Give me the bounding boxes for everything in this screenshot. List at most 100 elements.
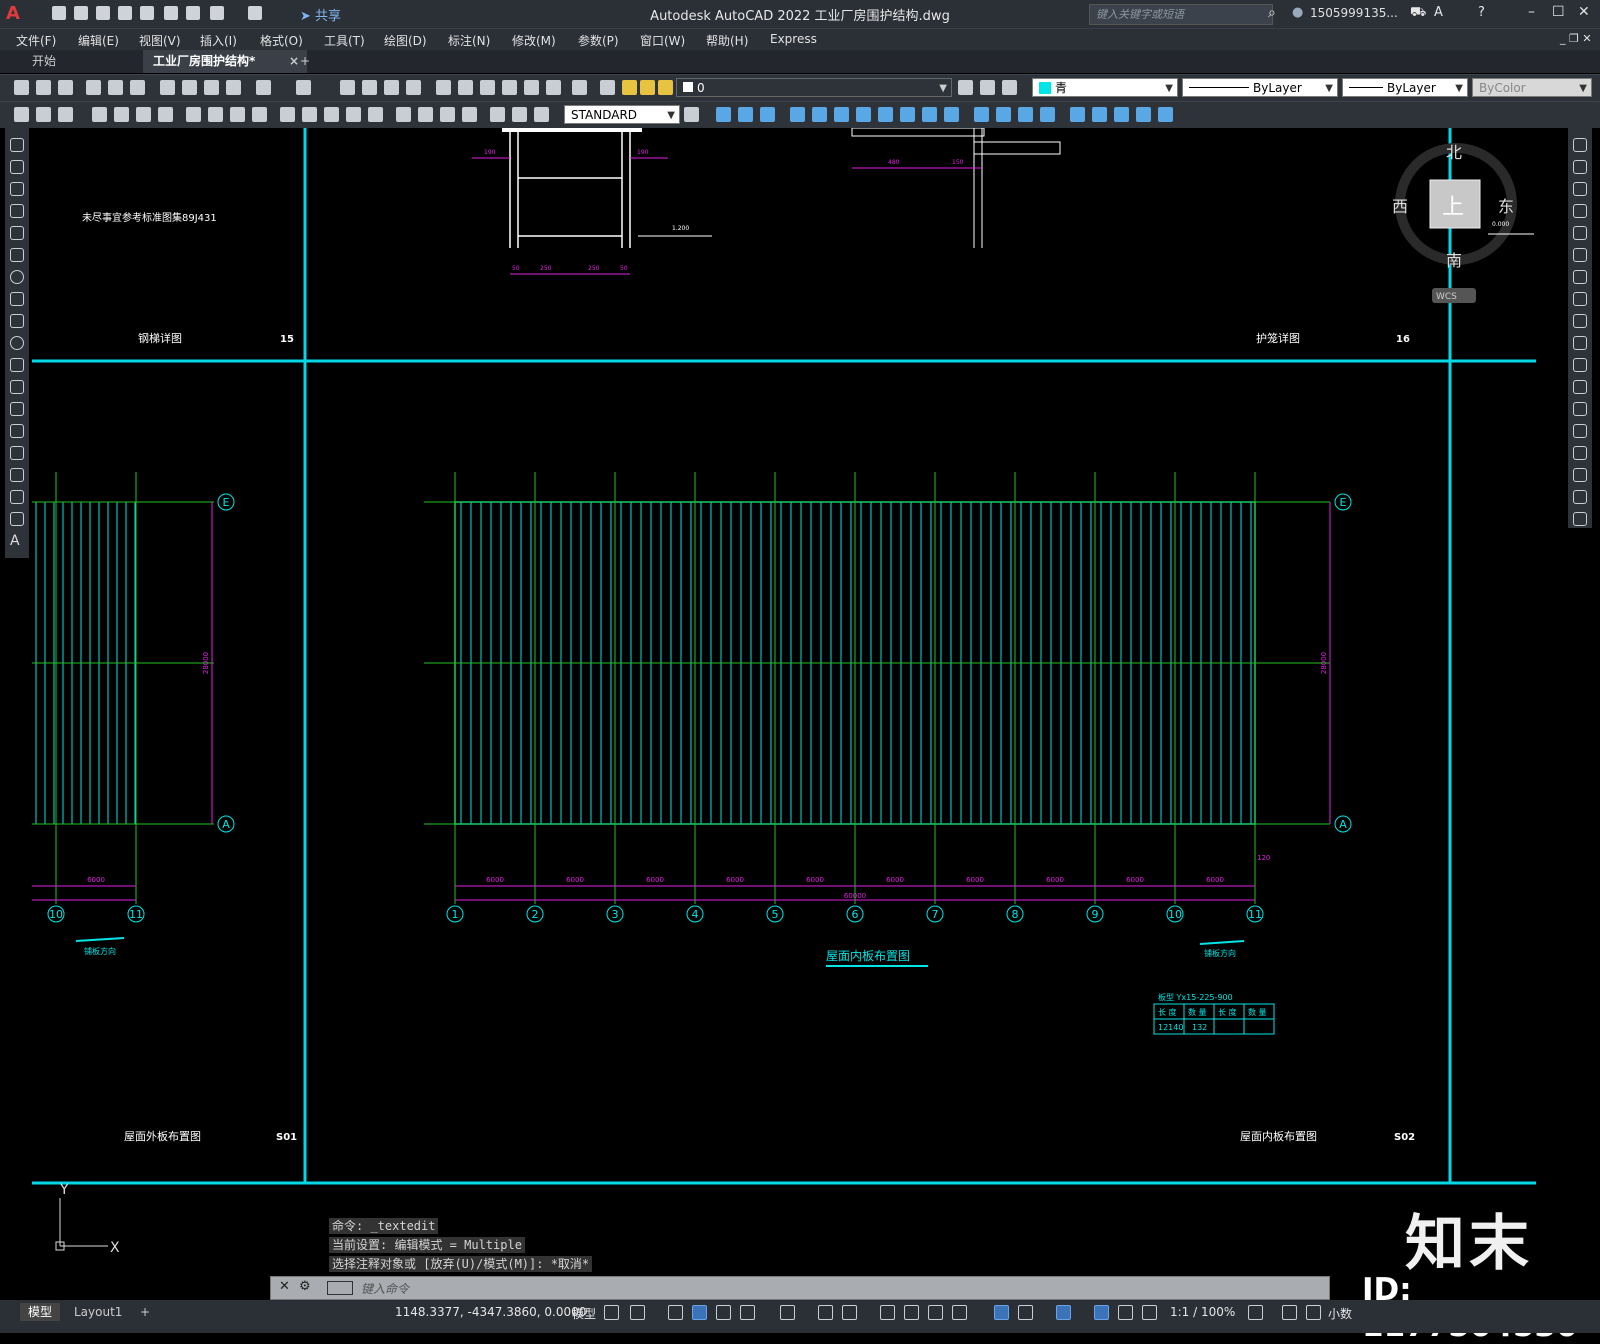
linetype-dropdown[interactable]: ByLayer ▼: [1182, 78, 1338, 97]
offset-icon[interactable]: [1573, 204, 1587, 218]
array-icon[interactable]: [1573, 226, 1587, 240]
zoom-realtime-icon[interactable]: [362, 80, 377, 95]
rectangle-icon[interactable]: [10, 226, 24, 240]
wcs-label[interactable]: WCS: [1436, 292, 1457, 302]
circle-icon[interactable]: [10, 270, 24, 284]
copy-object-icon[interactable]: [1573, 160, 1587, 174]
polyline-icon[interactable]: [10, 182, 24, 196]
arc-length-icon[interactable]: [136, 107, 151, 122]
dynamic-ucs-icon[interactable]: [994, 1305, 1009, 1320]
grid-icon[interactable]: [604, 1305, 619, 1320]
user-icon[interactable]: ●: [1292, 5, 1303, 20]
ucs-world-icon[interactable]: [812, 107, 827, 122]
copy-icon[interactable]: [182, 80, 197, 95]
realistic-icon[interactable]: [1040, 107, 1055, 122]
a360-icon[interactable]: A: [1434, 5, 1443, 20]
selection-cycling-icon[interactable]: [928, 1305, 943, 1320]
ucs-object-icon[interactable]: [878, 107, 893, 122]
radius-icon[interactable]: [186, 107, 201, 122]
menu-view[interactable]: 视图(V): [139, 32, 181, 49]
ordinate-icon[interactable]: [158, 107, 173, 122]
erase-icon[interactable]: [1573, 138, 1587, 152]
tool-palettes-icon[interactable]: [480, 80, 495, 95]
make-block-icon[interactable]: [10, 402, 24, 416]
break-icon[interactable]: [1573, 402, 1587, 416]
search-input[interactable]: 键入关键字或短语: [1089, 4, 1273, 25]
dim-break-icon[interactable]: [368, 107, 383, 122]
move-icon[interactable]: [1573, 248, 1587, 262]
free-orbit-icon[interactable]: [1092, 107, 1107, 122]
view-left-icon[interactable]: [760, 107, 775, 122]
pan-icon[interactable]: [340, 80, 355, 95]
diameter-icon[interactable]: [230, 107, 245, 122]
construction-line-icon[interactable]: [10, 160, 24, 174]
snap-icon[interactable]: [630, 1305, 645, 1320]
ucs-previous-icon[interactable]: [834, 107, 849, 122]
point-icon[interactable]: [10, 424, 24, 438]
design-center-icon[interactable]: [458, 80, 473, 95]
revcloud-icon[interactable]: [10, 292, 24, 306]
isodraft-icon[interactable]: [780, 1305, 795, 1320]
menu-help[interactable]: 帮助(H): [706, 32, 748, 49]
add-layout-button[interactable]: +: [132, 1303, 158, 1321]
compass-west[interactable]: 西: [1392, 197, 1408, 216]
tolerance-icon[interactable]: [396, 107, 411, 122]
paste-icon[interactable]: [204, 80, 219, 95]
fly-icon[interactable]: [1158, 107, 1173, 122]
aligned-dim-icon[interactable]: [114, 107, 129, 122]
view-top-icon[interactable]: [716, 107, 731, 122]
new-tab-button[interactable]: +: [290, 50, 320, 73]
annotation-scale-value[interactable]: 1:1 / 100%: [1170, 1305, 1235, 1319]
layer-dropdown[interactable]: 0 ▼: [676, 78, 952, 97]
ellipse-icon[interactable]: [10, 336, 24, 350]
dimstyle-dropdown[interactable]: STANDARD ▼: [564, 105, 680, 124]
layer-lock-icon[interactable]: [658, 80, 673, 95]
search-icon[interactable]: ⌕: [1268, 5, 1276, 21]
save-toolbar-icon[interactable]: [58, 80, 73, 95]
close-icon[interactable]: ✕: [1578, 4, 1590, 20]
menu-insert[interactable]: 插入(I): [200, 32, 237, 49]
close-icon[interactable]: ✕: [279, 1279, 290, 1294]
calculator-icon[interactable]: [546, 80, 561, 95]
menu-parametric[interactable]: 参数(P): [578, 32, 619, 49]
polygon-icon[interactable]: [10, 204, 24, 218]
zoom-previous-icon[interactable]: [406, 80, 421, 95]
hidden-icon[interactable]: [1018, 107, 1033, 122]
units-icon[interactable]: [1306, 1305, 1321, 1320]
angular-icon[interactable]: [252, 107, 267, 122]
doc-window-controls[interactable]: _ ❐ ✕: [1560, 32, 1592, 45]
layer-states-icon[interactable]: [1002, 80, 1017, 95]
menu-draw[interactable]: 绘图(D): [384, 32, 427, 49]
matchprop-icon[interactable]: [226, 80, 241, 95]
workspace-gear-icon[interactable]: [1248, 1305, 1263, 1320]
stretch-icon[interactable]: [1573, 314, 1587, 328]
explode-icon[interactable]: [1573, 512, 1587, 526]
gradient-icon[interactable]: [10, 468, 24, 482]
trim-icon[interactable]: [1573, 336, 1587, 350]
otrack-icon[interactable]: [818, 1305, 833, 1320]
ellipse-arc-icon[interactable]: [10, 358, 24, 372]
selection-filter-icon[interactable]: [1018, 1305, 1033, 1320]
menu-express[interactable]: Express: [770, 32, 817, 46]
baseline-icon[interactable]: [302, 107, 317, 122]
annotation-scale-icon[interactable]: [1142, 1305, 1157, 1320]
customize-icon[interactable]: ⚙: [299, 1279, 311, 1294]
gizmo-icon[interactable]: [1056, 1305, 1071, 1320]
preview-icon[interactable]: [108, 80, 123, 95]
menu-file[interactable]: 文件(F): [16, 32, 56, 49]
tab-model[interactable]: 模型: [20, 1303, 61, 1321]
plotstyle-dropdown[interactable]: ByColor ▼: [1472, 78, 1592, 97]
layer-on-icon[interactable]: [622, 80, 637, 95]
menu-modify[interactable]: 修改(M): [512, 32, 556, 49]
dim-edit-icon[interactable]: [490, 107, 505, 122]
ucs-origin-icon[interactable]: [922, 107, 937, 122]
cart-icon[interactable]: ⛟: [1410, 5, 1426, 22]
walk-icon[interactable]: [1136, 107, 1151, 122]
shaded-icon[interactable]: [996, 107, 1011, 122]
dim-text-edit-icon[interactable]: [512, 107, 527, 122]
compass-south[interactable]: 南: [1446, 251, 1462, 270]
help-icon[interactable]: ?: [1478, 5, 1485, 20]
linear-dim-icon[interactable]: [92, 107, 107, 122]
line-icon[interactable]: [10, 138, 24, 152]
osnap-icon[interactable]: [842, 1305, 857, 1320]
